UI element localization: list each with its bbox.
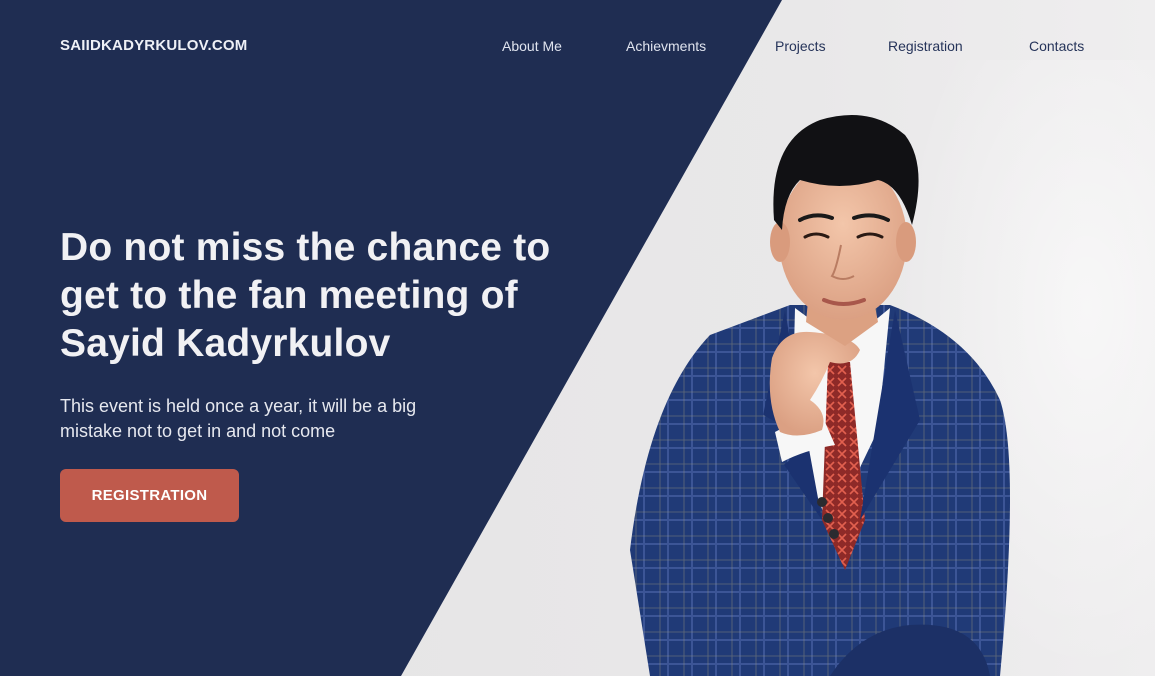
page: SAIIDKADYRKULOV.COM About Me Achievments… <box>0 0 1155 676</box>
nav-item-achievments[interactable]: Achievments <box>626 38 706 54</box>
nav-item-about-me[interactable]: About Me <box>502 38 562 54</box>
nav-item-registration[interactable]: Registration <box>888 38 963 54</box>
hero-subtitle: This event is held once a year, it will … <box>60 396 417 441</box>
nav-item-projects[interactable]: Projects <box>775 38 826 54</box>
registration-button[interactable]: REGISTRATION <box>60 469 239 522</box>
portrait-photo <box>630 115 1010 676</box>
main-nav: About Me Achievments Projects Registrati… <box>0 38 1155 58</box>
nav-item-contacts[interactable]: Contacts <box>1029 38 1084 54</box>
hero-title: Do not miss the chance to get to the fan… <box>60 226 551 365</box>
